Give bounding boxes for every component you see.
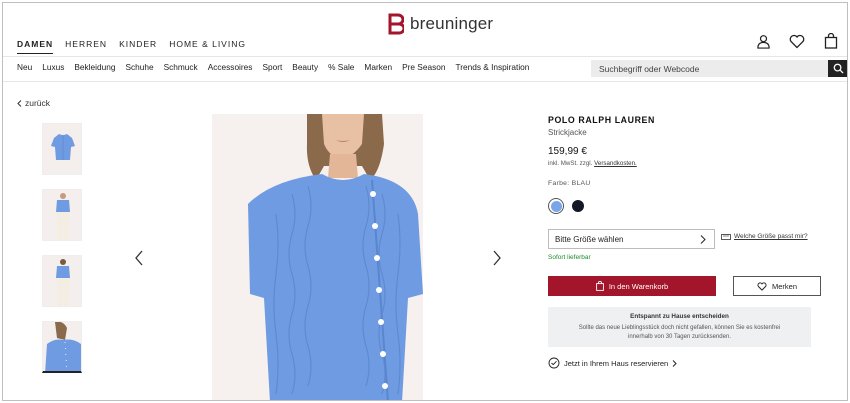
user-icon[interactable] (753, 31, 773, 51)
add-to-cart-label: In den Warenkorb (608, 281, 669, 291)
size-select[interactable]: Bitte Größe wählen (548, 229, 715, 249)
main-nav-damen[interactable]: DAMEN (17, 39, 54, 54)
reserve-label: Jetzt in Ihrem Haus reservieren (564, 358, 669, 368)
product-info: POLO RALPH LAUREN Strickjacke 159,99 € i… (548, 115, 655, 167)
logo[interactable]: breuninger (388, 13, 493, 35)
logo-text: breuninger (410, 14, 494, 33)
color-swatch-blue[interactable] (548, 198, 564, 214)
ruler-icon (721, 233, 731, 240)
color-swatch-navy[interactable] (572, 200, 584, 212)
return-info-line-1: Sollte das neue Lieblingsstück doch nich… (578, 325, 781, 331)
vat-note: inkl. MwSt. zzgl. Versandkosten. (548, 160, 655, 167)
product-image (212, 114, 423, 400)
return-info-line-2: innerhalb von 30 Tagen zurücksenden. (628, 334, 731, 340)
category-divider (3, 81, 847, 82)
main-nav-home-living[interactable]: HOME & LIVING (169, 39, 246, 54)
wishlist-button[interactable]: Merken (733, 276, 821, 296)
size-help-link[interactable]: Welche Größe passt mir? (721, 233, 808, 240)
size-help-label: Welche Größe passt mir? (734, 233, 808, 240)
heart-icon (757, 281, 767, 291)
page-frame: breuninger DAMEN HERREN KINDER HOME & LI… (2, 2, 848, 401)
thumbnail-3[interactable] (42, 255, 82, 307)
category-nav: Neu Luxus Bekleidung Schuhe Schmuck Acce… (17, 62, 529, 72)
store-reserve-icon (548, 357, 560, 369)
category-sale[interactable]: % Sale (328, 62, 354, 72)
category-beauty[interactable]: Beauty (292, 62, 318, 72)
vat-prefix: inkl. MwSt. zzgl. (548, 160, 593, 167)
search-bar (591, 60, 847, 77)
category-neu[interactable]: Neu (17, 62, 32, 72)
search-button[interactable] (828, 60, 847, 77)
main-nav: DAMEN HERREN KINDER HOME & LIVING (17, 39, 246, 54)
category-schuhe[interactable]: Schuhe (125, 62, 153, 72)
thumbnail-2[interactable] (42, 189, 82, 241)
back-link[interactable]: zurück (17, 98, 50, 108)
category-trends[interactable]: Trends & Inspiration (455, 62, 529, 72)
main-nav-herren[interactable]: HERREN (65, 39, 107, 54)
stock-status: Sofort lieferbar (548, 254, 591, 261)
chevron-right-icon (700, 234, 706, 244)
category-pre-season[interactable]: Pre Season (402, 62, 445, 72)
header-icons (753, 31, 841, 51)
category-luxus[interactable]: Luxus (42, 62, 64, 72)
chevron-right-icon (672, 359, 677, 367)
return-info-text: Sollte das neue Lieblingsstück doch nich… (548, 324, 811, 342)
reserve-in-store-link[interactable]: Jetzt in Ihrem Haus reservieren (548, 357, 677, 369)
main-nav-kinder[interactable]: KINDER (119, 39, 157, 54)
search-input[interactable] (591, 60, 828, 77)
back-link-label: zurück (25, 98, 51, 108)
thumbnail-1[interactable] (42, 123, 82, 175)
product-brand[interactable]: POLO RALPH LAUREN (548, 115, 655, 125)
header-divider (3, 56, 847, 57)
category-bekleidung[interactable]: Bekleidung (74, 62, 115, 72)
category-accessoires[interactable]: Accessoires (208, 62, 253, 72)
color-label: Farbe: BLAU (548, 180, 591, 187)
product-price: 159,99 € (548, 146, 587, 157)
heart-icon[interactable] (787, 31, 807, 51)
category-marken[interactable]: Marken (364, 62, 392, 72)
color-swatch-blue-dot (550, 200, 562, 212)
category-schmuck[interactable]: Schmuck (164, 62, 198, 72)
bag-icon (595, 281, 604, 291)
thumbnail-4[interactable] (42, 321, 82, 373)
return-info-title: Entspannt zu Hause entscheiden (630, 313, 729, 320)
thumbnail-list (42, 123, 82, 373)
return-info-box: Entspannt zu Hause entscheiden Sollte da… (548, 307, 811, 347)
next-image-arrow-icon[interactable] (491, 249, 503, 267)
bag-icon[interactable] (821, 31, 841, 51)
add-to-cart-button[interactable]: In den Warenkorb (548, 276, 716, 296)
product-type: Strickjacke (548, 128, 587, 137)
size-select-label: Bitte Größe wählen (555, 234, 624, 244)
category-sport[interactable]: Sport (262, 62, 282, 72)
prev-image-arrow-icon[interactable] (133, 249, 145, 267)
shipping-cost-link[interactable]: Versandkosten. (594, 160, 637, 167)
search-icon (833, 63, 844, 74)
chevron-left-icon (17, 99, 22, 107)
breuninger-logo-icon (388, 13, 404, 35)
wishlist-label: Merken (771, 281, 797, 291)
